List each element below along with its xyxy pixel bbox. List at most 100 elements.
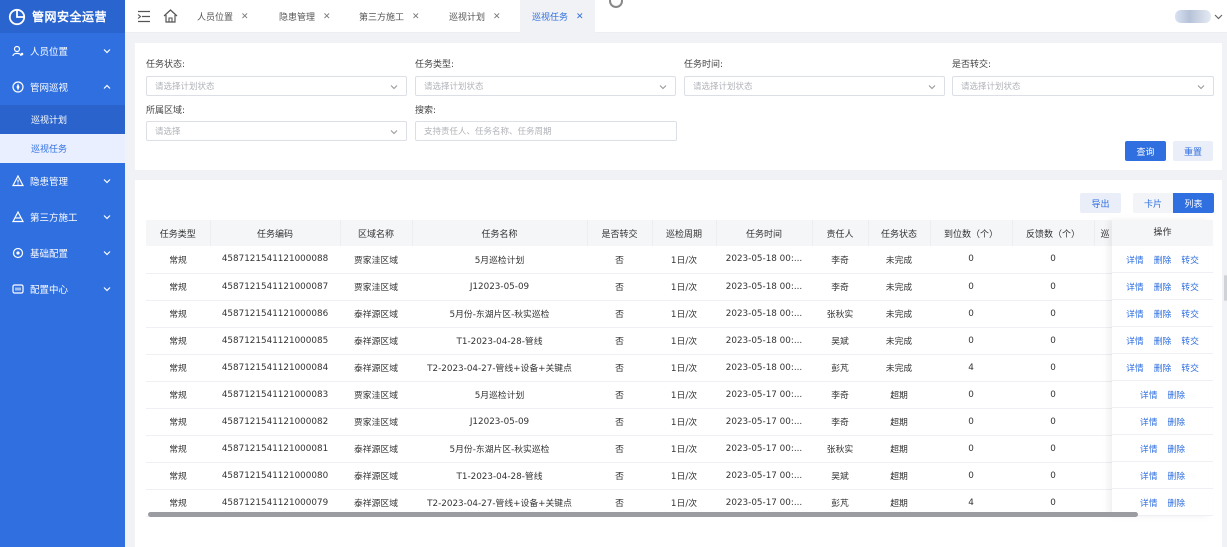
tab-label: 隐患管理	[279, 13, 316, 23]
sidebar-item-config-center[interactable]: 配置中心	[0, 271, 125, 307]
chevron-up-icon	[103, 84, 111, 89]
table-row[interactable]: 常规 4587121541121000082 贾家洼区域 J12023-05-09 否 1…	[146, 408, 1116, 436]
close-icon[interactable]: ✕	[412, 12, 420, 22]
detail-link[interactable]: 详情	[1140, 469, 1158, 482]
search-input[interactable]: 支持责任人、任务名称、任务周期	[415, 121, 677, 141]
sidebar-item-basic-config[interactable]: 基础配置	[0, 235, 125, 271]
close-icon[interactable]: ✕	[323, 12, 331, 22]
table-cell: 1日/次	[652, 408, 716, 436]
table-row[interactable]: 常规 4587121541121000080 泰祥源区域 T1-2023-04-28-…	[146, 462, 1116, 490]
table-cell: 0	[930, 273, 1012, 301]
table-cell: 1日/次	[652, 462, 716, 490]
table-cell: 超期	[868, 462, 930, 490]
delete-link[interactable]: 删除	[1168, 442, 1186, 455]
transfer-link[interactable]: 转交	[1181, 334, 1199, 347]
is-transferred-select[interactable]: 请选择计划状态	[952, 76, 1214, 96]
menu-toggle-icon[interactable]	[137, 10, 151, 23]
sidebar-item-pipe-patrol[interactable]: 管网巡视	[0, 69, 125, 105]
detail-link[interactable]: 详情	[1140, 415, 1158, 428]
delete-link[interactable]: 删除	[1168, 415, 1186, 428]
close-icon[interactable]: ✕	[241, 12, 249, 22]
delete-link[interactable]: 删除	[1168, 388, 1186, 401]
column-header: 到位数（个）	[930, 220, 1013, 246]
detail-link[interactable]: 详情	[1126, 253, 1144, 266]
area-select[interactable]: 请选择	[146, 121, 407, 141]
table-cell: 常规	[146, 462, 210, 490]
is-transferred-label: 是否转交:	[952, 60, 992, 70]
table-row[interactable]: 常规 4587121541121000083 贾家洼区域 5月巡检计划否 1日/次 202…	[146, 381, 1116, 409]
sidebar-item-patrol-task[interactable]: 巡视任务	[0, 134, 125, 163]
table-cell: 泰祥源区域	[340, 327, 412, 355]
sidebar-item-patrol-plan[interactable]: 巡视计划	[0, 105, 125, 134]
delete-link[interactable]: 删除	[1168, 496, 1186, 509]
table-cell: 常规	[146, 381, 210, 409]
close-icon[interactable]: ✕	[576, 12, 584, 22]
tab-person-location[interactable]: 人员位置 ✕	[185, 0, 267, 33]
sidebar-item-person-location[interactable]: 人员位置	[0, 33, 125, 69]
delete-link[interactable]: 删除	[1154, 361, 1172, 374]
table-cell: 未完成	[868, 354, 930, 382]
chevron-down-icon[interactable]	[1214, 12, 1223, 21]
tab-patrol-plan[interactable]: 巡视计划 ✕	[437, 0, 521, 33]
sidebar-item-third-party-construction[interactable]: 第三方施工	[0, 199, 125, 235]
table-cell: 4587121541121000086	[210, 300, 340, 328]
card-view-button[interactable]: 卡片	[1133, 193, 1173, 213]
table-row[interactable]: 常规 4587121541121000088 贾家洼区域 5月巡检计划否 1日/次 202…	[146, 246, 1116, 274]
table-cell: J12023-05-09	[412, 408, 587, 436]
detail-link[interactable]: 详情	[1126, 307, 1144, 320]
delete-link[interactable]: 删除	[1154, 253, 1172, 266]
table-row[interactable]: 常规 4587121541121000085 泰祥源区域 T1-2023-04-28-…	[146, 327, 1116, 355]
detail-link[interactable]: 详情	[1140, 442, 1158, 455]
table-cell: 常规	[146, 273, 210, 301]
delete-link[interactable]: 删除	[1154, 307, 1172, 320]
table-cell: 否	[587, 435, 652, 463]
table-cell: 2023-05-17 00:...	[716, 408, 812, 436]
export-button[interactable]: 导出	[1080, 193, 1121, 213]
query-button[interactable]: 查询	[1125, 141, 1166, 161]
detail-link[interactable]: 详情	[1140, 388, 1158, 401]
list-view-button[interactable]: 列表	[1173, 193, 1214, 213]
task-status-select[interactable]: 请选择计划状态	[146, 76, 407, 96]
reset-button[interactable]: 重置	[1173, 141, 1213, 161]
transfer-link[interactable]: 转交	[1181, 280, 1199, 293]
detail-link[interactable]: 详情	[1140, 496, 1158, 509]
transfer-link[interactable]: 转交	[1181, 253, 1199, 266]
table-cell: 未完成	[868, 327, 930, 355]
task-time-placeholder: 请选择计划状态	[693, 82, 753, 92]
detail-link[interactable]: 详情	[1126, 361, 1144, 374]
detail-link[interactable]: 详情	[1126, 280, 1144, 293]
table-row[interactable]: 常规 4587121541121000087 贾家洼区域 J12023-05-09 否 1…	[146, 273, 1116, 301]
table-cell: 2023-05-18 00:...	[716, 354, 812, 382]
transfer-link[interactable]: 转交	[1181, 307, 1199, 320]
table-cell: 5月巡检计划	[412, 381, 587, 409]
sidebar-item-hazard-management[interactable]: 隐患管理	[0, 163, 125, 199]
table-row[interactable]: 常规 4587121541121000086 泰祥源区域 5月份-东湖片区-秋实巡检否…	[146, 300, 1116, 328]
table-cell: 常规	[146, 327, 210, 355]
sidebar-item-label: 管网巡视	[30, 83, 69, 94]
delete-link[interactable]: 删除	[1154, 280, 1172, 293]
operations-header: 操作	[1112, 220, 1213, 246]
transfer-link[interactable]: 转交	[1181, 361, 1199, 374]
task-time-select[interactable]: 请选择计划状态	[684, 76, 945, 96]
home-icon[interactable]	[163, 9, 178, 23]
table-cell: 4587121541121000087	[210, 273, 340, 301]
table-row[interactable]: 常规 4587121541121000084 泰祥源区域 T2-2023-04-27-…	[146, 354, 1116, 382]
table-cell: 4587121541121000088	[210, 246, 340, 274]
drag-handle[interactable]	[609, 0, 623, 8]
tab-third-party-construction[interactable]: 第三方施工 ✕	[347, 0, 437, 33]
tab-label: 巡视任务	[532, 13, 569, 23]
close-icon[interactable]: ✕	[493, 12, 501, 22]
table-cell: 4587121541121000080	[210, 462, 340, 490]
task-type-select[interactable]: 请选择计划状态	[415, 76, 676, 96]
tab-hazard-management[interactable]: 隐患管理 ✕	[267, 0, 349, 33]
tab-patrol-task[interactable]: 巡视任务 ✕	[520, 0, 595, 33]
table-row[interactable]: 常规 4587121541121000081 泰祥源区域 5月份-东湖片区-秋实巡检否…	[146, 435, 1116, 463]
table-cell: 0	[1012, 246, 1094, 274]
table-cell: 2023-05-17 00:...	[716, 435, 812, 463]
delete-link[interactable]: 删除	[1154, 334, 1172, 347]
table-cell: 贾家洼区域	[340, 408, 412, 436]
detail-link[interactable]: 详情	[1126, 334, 1144, 347]
avatar[interactable]	[1175, 10, 1211, 23]
delete-link[interactable]: 删除	[1168, 469, 1186, 482]
horizontal-scrollbar[interactable]	[148, 512, 1138, 517]
